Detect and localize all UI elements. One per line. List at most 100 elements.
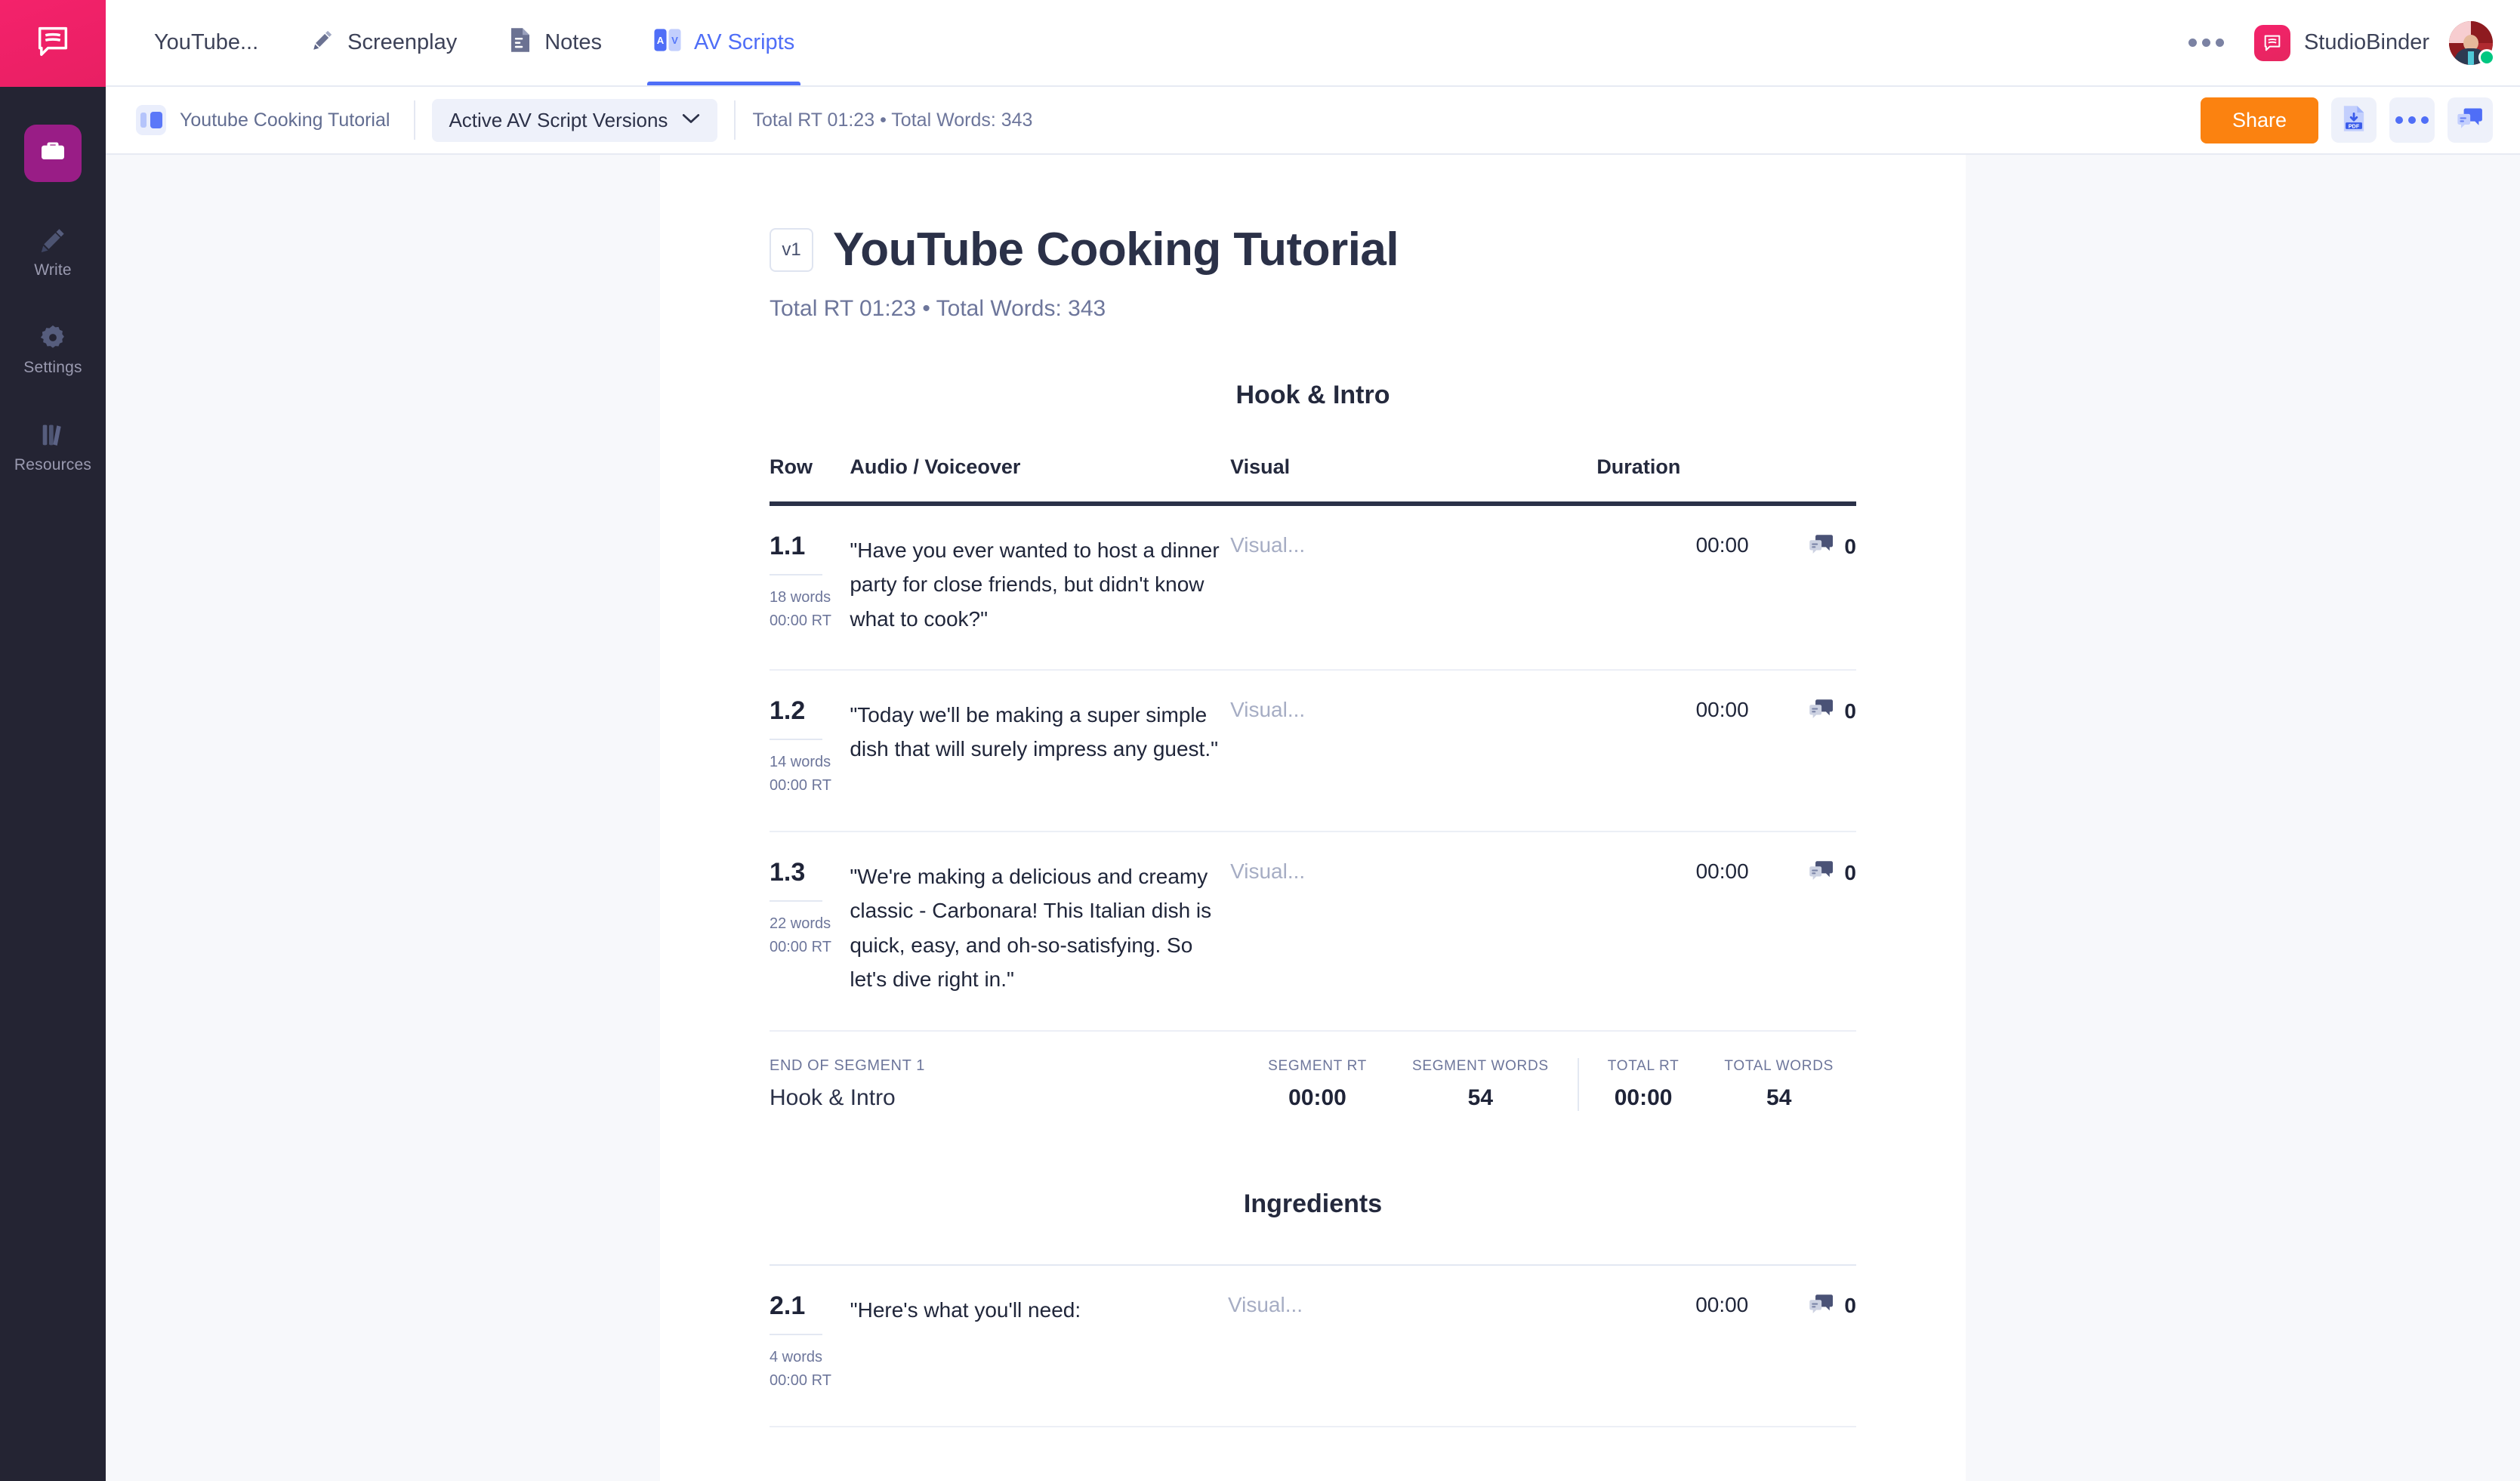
avatar[interactable] <box>2449 21 2493 65</box>
tab-label: AV Scripts <box>694 30 794 55</box>
table-row[interactable]: 1.2 14 words 00:00 RT "Today we'll be ma… <box>770 670 1856 832</box>
table-row[interactable]: 1.1 18 words 00:00 RT "Have you ever wan… <box>770 506 1856 670</box>
column-header-row: Row <box>770 455 850 501</box>
sidebar-item-resources[interactable]: Resources <box>0 419 106 474</box>
document-canvas[interactable]: v1 YouTube Cooking Tutorial Total RT 01:… <box>106 155 2520 1481</box>
row-number: 1.3 <box>770 859 850 885</box>
organization-logo-icon <box>2254 25 2290 61</box>
row-comments-cell[interactable]: 0 <box>1772 832 1856 1030</box>
project-breadcrumb[interactable]: Youtube Cooking Tutorial <box>128 100 397 140</box>
row-duration[interactable]: 00:00 <box>1596 670 1771 832</box>
table-body: 1.1 18 words 00:00 RT "Have you ever wan… <box>770 506 1856 1031</box>
page-title[interactable]: YouTube Cooking Tutorial <box>833 223 1399 276</box>
visual-placeholder: Visual... <box>1230 859 1305 883</box>
online-status-indicator <box>2478 49 2495 66</box>
row-duration[interactable]: 00:00 <box>1596 506 1771 670</box>
segment-footer-name: Hook & Intro <box>770 1085 1245 1111</box>
table-body: 2.1 4 words 00:00 RT "Here's what you'll… <box>770 1264 1856 1427</box>
comment-indicator[interactable]: 0 <box>1809 1293 1856 1319</box>
row-duration[interactable]: 00:00 <box>1596 1266 1771 1427</box>
tab-youtube[interactable]: YouTube... <box>128 0 284 85</box>
top-tab-bar: YouTube... Screenplay <box>106 0 2520 87</box>
stat-label: TOTAL WORDS <box>1724 1058 1834 1075</box>
app-logo[interactable] <box>0 0 106 87</box>
tab-av-scripts[interactable]: A V AV Scripts <box>628 0 820 85</box>
row-meta-divider <box>770 1334 822 1335</box>
row-number: 1.2 <box>770 698 850 724</box>
row-visual-cell[interactable]: Visual... <box>1230 832 1596 1030</box>
comment-indicator[interactable]: 0 <box>1809 533 1856 560</box>
pdf-download-icon: PDF <box>2341 104 2367 137</box>
bar <box>140 113 147 128</box>
comments-panel-button[interactable] <box>2448 97 2493 143</box>
version-selector-dropdown[interactable]: Active AV Script Versions <box>432 99 717 142</box>
comment-indicator[interactable]: 0 <box>1809 859 1856 886</box>
project-briefcase-button[interactable] <box>24 125 82 182</box>
row-duration[interactable]: 00:00 <box>1596 832 1771 1030</box>
topbar-spacer <box>820 0 2178 85</box>
segment-footer: END OF SEGMENT 1 Hook & Intro SEGMENT RT… <box>770 1032 1856 1111</box>
document-title-row: v1 YouTube Cooking Tutorial <box>770 223 1856 276</box>
visual-placeholder: Visual... <box>1230 698 1305 721</box>
topbar-more-options-button[interactable] <box>2178 28 2235 57</box>
table-row[interactable]: 2.1 4 words 00:00 RT "Here's what you'll… <box>770 1266 1856 1427</box>
comment-count: 0 <box>1844 535 1856 559</box>
row-visual-cell[interactable]: Visual... <box>1230 506 1596 670</box>
row-visual-cell[interactable]: Visual... <box>1228 1266 1596 1427</box>
av-script-table-segment-2: 2.1 4 words 00:00 RT "Here's what you'll… <box>770 1264 1856 1427</box>
tab-notes[interactable]: Notes <box>483 0 628 85</box>
download-pdf-button[interactable]: PDF <box>2331 97 2377 143</box>
table-row[interactable]: 1.3 22 words 00:00 RT "We're making a de… <box>770 832 1856 1030</box>
comment-bubble-icon <box>1809 698 1834 724</box>
row-audio-text[interactable]: "We're making a delicious and creamy cla… <box>850 832 1230 1030</box>
row-audio-text[interactable]: "Today we'll be making a super simple di… <box>850 670 1230 832</box>
row-comments-cell[interactable]: 0 <box>1772 670 1856 832</box>
stat-label: SEGMENT WORDS <box>1412 1058 1549 1075</box>
comment-bubble-icon <box>1809 1293 1834 1319</box>
visual-placeholder: Visual... <box>1230 533 1305 557</box>
total-words-stat: TOTAL WORDS 54 <box>1701 1058 1856 1111</box>
sidebar-item-write[interactable]: Write <box>0 224 106 279</box>
sidebar-item-settings[interactable]: Settings <box>0 322 106 377</box>
total-rt-stat: TOTAL RT 00:00 <box>1585 1058 1702 1111</box>
table-header-row: Row Audio / Voiceover Visual Duration <box>770 455 1856 501</box>
segment-footer-left: END OF SEGMENT 1 Hook & Intro <box>770 1057 1245 1111</box>
version-selector-label: Active AV Script Versions <box>449 109 668 132</box>
comment-bubble-icon <box>1809 533 1834 560</box>
segment-title[interactable]: Ingredients <box>770 1189 1856 1219</box>
stat-value: 54 <box>1724 1085 1834 1111</box>
column-header-comments <box>1772 455 1856 501</box>
row-comments-cell[interactable]: 0 <box>1772 506 1856 670</box>
row-runtime: 00:00 RT <box>770 774 850 798</box>
tab-label: Screenplay <box>347 30 457 55</box>
dot <box>2395 116 2403 124</box>
row-audio-text[interactable]: "Here's what you'll need: <box>850 1266 1228 1427</box>
segment-title[interactable]: Hook & Intro <box>770 381 1856 410</box>
row-meta-divider <box>770 574 822 575</box>
chevron-down-icon <box>681 113 701 128</box>
bar <box>150 112 162 128</box>
dot <box>2408 116 2416 124</box>
row-visual-cell[interactable]: Visual... <box>1230 670 1596 832</box>
organization-name: StudioBinder <box>2304 30 2429 55</box>
row-number-cell: 1.2 14 words 00:00 RT <box>770 670 850 832</box>
comment-indicator[interactable]: 0 <box>1809 698 1856 724</box>
comment-bubble-icon <box>1809 859 1834 886</box>
svg-text:V: V <box>671 35 678 46</box>
books-icon <box>38 419 68 451</box>
row-word-count: 22 words <box>770 912 850 936</box>
comment-count: 0 <box>1844 1294 1856 1318</box>
version-badge[interactable]: v1 <box>770 228 813 272</box>
document-page: v1 YouTube Cooking Tutorial Total RT 01:… <box>660 155 1966 1481</box>
organization-button[interactable]: StudioBinder <box>2254 25 2429 61</box>
tab-screenplay[interactable]: Screenplay <box>284 0 483 85</box>
row-audio-text[interactable]: "Have you ever wanted to host a dinner p… <box>850 506 1230 670</box>
project-name: Youtube Cooking Tutorial <box>180 110 390 131</box>
comment-count: 0 <box>1844 699 1856 724</box>
ellipsis-icon <box>2395 116 2429 124</box>
toolbar-more-options-button[interactable] <box>2389 97 2435 143</box>
share-button[interactable]: Share <box>2201 97 2318 143</box>
row-number-cell: 2.1 4 words 00:00 RT <box>770 1266 850 1427</box>
briefcase-icon <box>38 137 68 171</box>
row-comments-cell[interactable]: 0 <box>1771 1266 1856 1427</box>
